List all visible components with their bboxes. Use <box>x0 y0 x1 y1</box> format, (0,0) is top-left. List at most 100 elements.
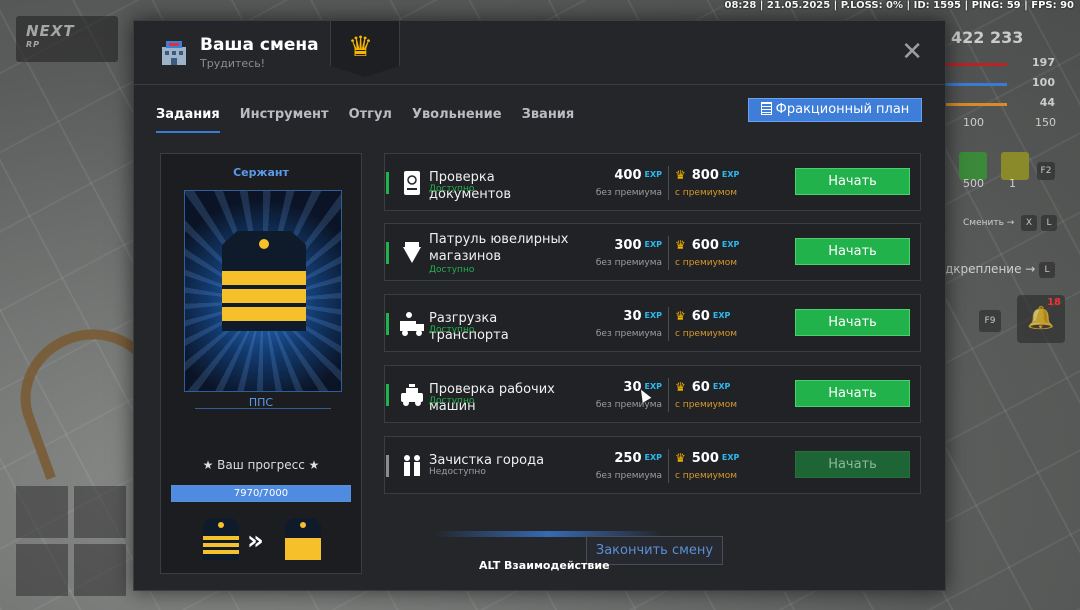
rank-progress-bar: 7970/7000 <box>171 485 351 502</box>
no-premium-caption: без премиума <box>595 471 662 481</box>
exp-reward: 30 EXP <box>623 309 662 324</box>
server-logo: NEXT RP <box>16 16 118 62</box>
interaction-hint: ALT Взаимодействие <box>479 559 610 572</box>
no-premium-caption: без премиума <box>595 400 662 410</box>
rank-name: Сержант <box>233 166 289 179</box>
key-f9: F9 <box>979 310 1001 332</box>
start-task-button[interactable]: Начать <box>795 168 910 195</box>
premium-exp-reward: ♛ 60 EXP <box>675 309 731 324</box>
premium-exp-reward: ♛ 500 EXP <box>675 451 740 466</box>
armor-stat: 44 <box>945 94 1055 114</box>
dialog-header: Ваша смена Трудитесь! ♛ ✕ <box>134 21 945 85</box>
task-state: Доступно <box>429 184 475 194</box>
task-name: Патруль ювелирных магазинов <box>429 232 569 264</box>
premium-exp-reward: ♛ 600 EXP <box>675 238 740 253</box>
hunger-stat: 100 <box>945 74 1055 94</box>
progress-label: ★ Ваш прогресс ★ <box>202 458 320 472</box>
right-hud: 422 233 197 100 44 100 150 500 1 F2 Смен… <box>945 20 1080 350</box>
cash-icon <box>959 152 987 180</box>
shift-dialog: Ваша смена Трудитесь! ♛ ✕ Задания Инструм… <box>133 20 946 591</box>
start-task-button[interactable]: Начать <box>795 309 910 336</box>
task-state: Недоступно <box>429 467 486 477</box>
crown-icon: ♛ <box>675 380 686 394</box>
start-task-button[interactable]: Начать <box>795 380 910 407</box>
start-task-button[interactable]: Начать <box>795 238 910 265</box>
premium-crown-tab[interactable]: ♛ <box>330 21 400 77</box>
premium-exp-reward: ♛ 60 EXP <box>675 380 731 395</box>
money-value: 422 233 <box>951 28 1024 47</box>
task-state: Доступно <box>429 265 475 275</box>
passport-icon <box>404 171 420 195</box>
task-row: Проверка рабочих машин Доступно 30 EXP без п… <box>384 365 921 423</box>
exp-reward: 300 EXP <box>614 238 662 253</box>
tab-resignation[interactable]: Увольнение <box>412 107 502 131</box>
crown-icon: ♛ <box>348 30 374 63</box>
crown-icon: ♛ <box>675 309 686 323</box>
current-rank-strap-icon <box>203 518 239 560</box>
faction-plan-button[interactable]: Фракционный план <box>748 98 922 122</box>
rank-panel: Сержант ППС ★ Ваш прогресс ★ 7970/7000 » <box>160 153 362 574</box>
next-rank-strap-icon <box>285 518 321 560</box>
task-state: Доступно <box>429 325 475 335</box>
key-l2: L <box>1039 262 1055 278</box>
task-status-edge <box>386 242 389 264</box>
key-f2: F2 <box>1037 162 1055 180</box>
slot-a-count: 500 <box>963 177 984 190</box>
key-l: L <box>1041 215 1057 231</box>
premium-caption: с премиумом <box>675 258 737 268</box>
task-row: Патруль ювелирных магазинов Доступно 300 EX… <box>384 223 921 281</box>
crown-icon: ♛ <box>675 451 686 465</box>
premium-exp-reward: ♛ 800 EXP <box>675 168 740 183</box>
diamond-icon <box>403 242 421 263</box>
tab-bar: Задания Инструмент Отгул Увольнение Звания <box>156 103 594 133</box>
tab-time-off[interactable]: Отгул <box>349 107 392 131</box>
premium-caption: с премиумом <box>675 329 737 339</box>
dialog-title: Ваша смена <box>200 35 319 55</box>
police-station-icon <box>162 41 186 65</box>
shoulder-strap-icon <box>222 231 306 331</box>
inventory-slot[interactable] <box>16 544 68 596</box>
task-row: Зачистка города Недоступно 250 EXP без преми… <box>384 436 921 494</box>
inventory-slots <box>16 486 126 596</box>
rank-unit: ППС <box>248 396 274 409</box>
exp-reward: 250 EXP <box>614 451 662 466</box>
health-stat: 197 <box>945 54 1055 74</box>
tab-tasks[interactable]: Задания <box>156 107 220 133</box>
inventory-slot[interactable] <box>74 544 126 596</box>
notification-bell-icon[interactable]: 🔔 18 <box>1017 295 1065 343</box>
task-status-edge <box>386 384 389 406</box>
cash-gold-icon <box>1001 152 1029 180</box>
progress-text: 7970/7000 <box>233 488 289 499</box>
inventory-slot[interactable] <box>74 486 126 538</box>
premium-caption: с премиумом <box>675 400 737 410</box>
change-hint: Сменить → <box>963 218 1015 228</box>
tab-ranks[interactable]: Звания <box>522 107 575 131</box>
truck-icon <box>400 312 424 336</box>
task-row: Проверка документов Доступно 400 EXP без пре… <box>384 153 921 211</box>
dialog-subtitle: Трудитесь! <box>200 57 266 70</box>
task-status-edge <box>386 172 389 194</box>
key-x: X <box>1021 215 1037 231</box>
double-chevron-icon: » <box>247 526 264 556</box>
close-icon[interactable]: ✕ <box>901 39 923 65</box>
no-premium-caption: без премиума <box>595 258 662 268</box>
attach-hint: дкрепление → <box>945 262 1036 276</box>
premium-caption: с премиумом <box>675 471 737 481</box>
crown-icon: ♛ <box>675 168 686 182</box>
task-state: Доступно <box>429 396 475 406</box>
status-bar: 08:28 | 21.05.2025 | P.LOSS: 0% | ID: 15… <box>724 0 1074 11</box>
tab-tools[interactable]: Инструмент <box>240 107 329 131</box>
police-car-icon <box>401 384 423 406</box>
crown-icon: ♛ <box>675 238 686 252</box>
no-premium-caption: без премиума <box>595 329 662 339</box>
stat-b: 150 <box>1035 116 1056 129</box>
people-icon <box>404 455 420 476</box>
no-premium-caption: без премиума <box>595 188 662 198</box>
inventory-slot[interactable] <box>16 486 68 538</box>
task-status-edge <box>386 455 389 477</box>
task-row: Разгрузка транспорта Доступно 30 EXP без пре… <box>384 294 921 352</box>
notification-count: 18 <box>1047 297 1061 308</box>
stat-a: 100 <box>963 116 984 129</box>
task-status-edge <box>386 313 389 335</box>
start-task-button[interactable]: Начать <box>795 451 910 478</box>
